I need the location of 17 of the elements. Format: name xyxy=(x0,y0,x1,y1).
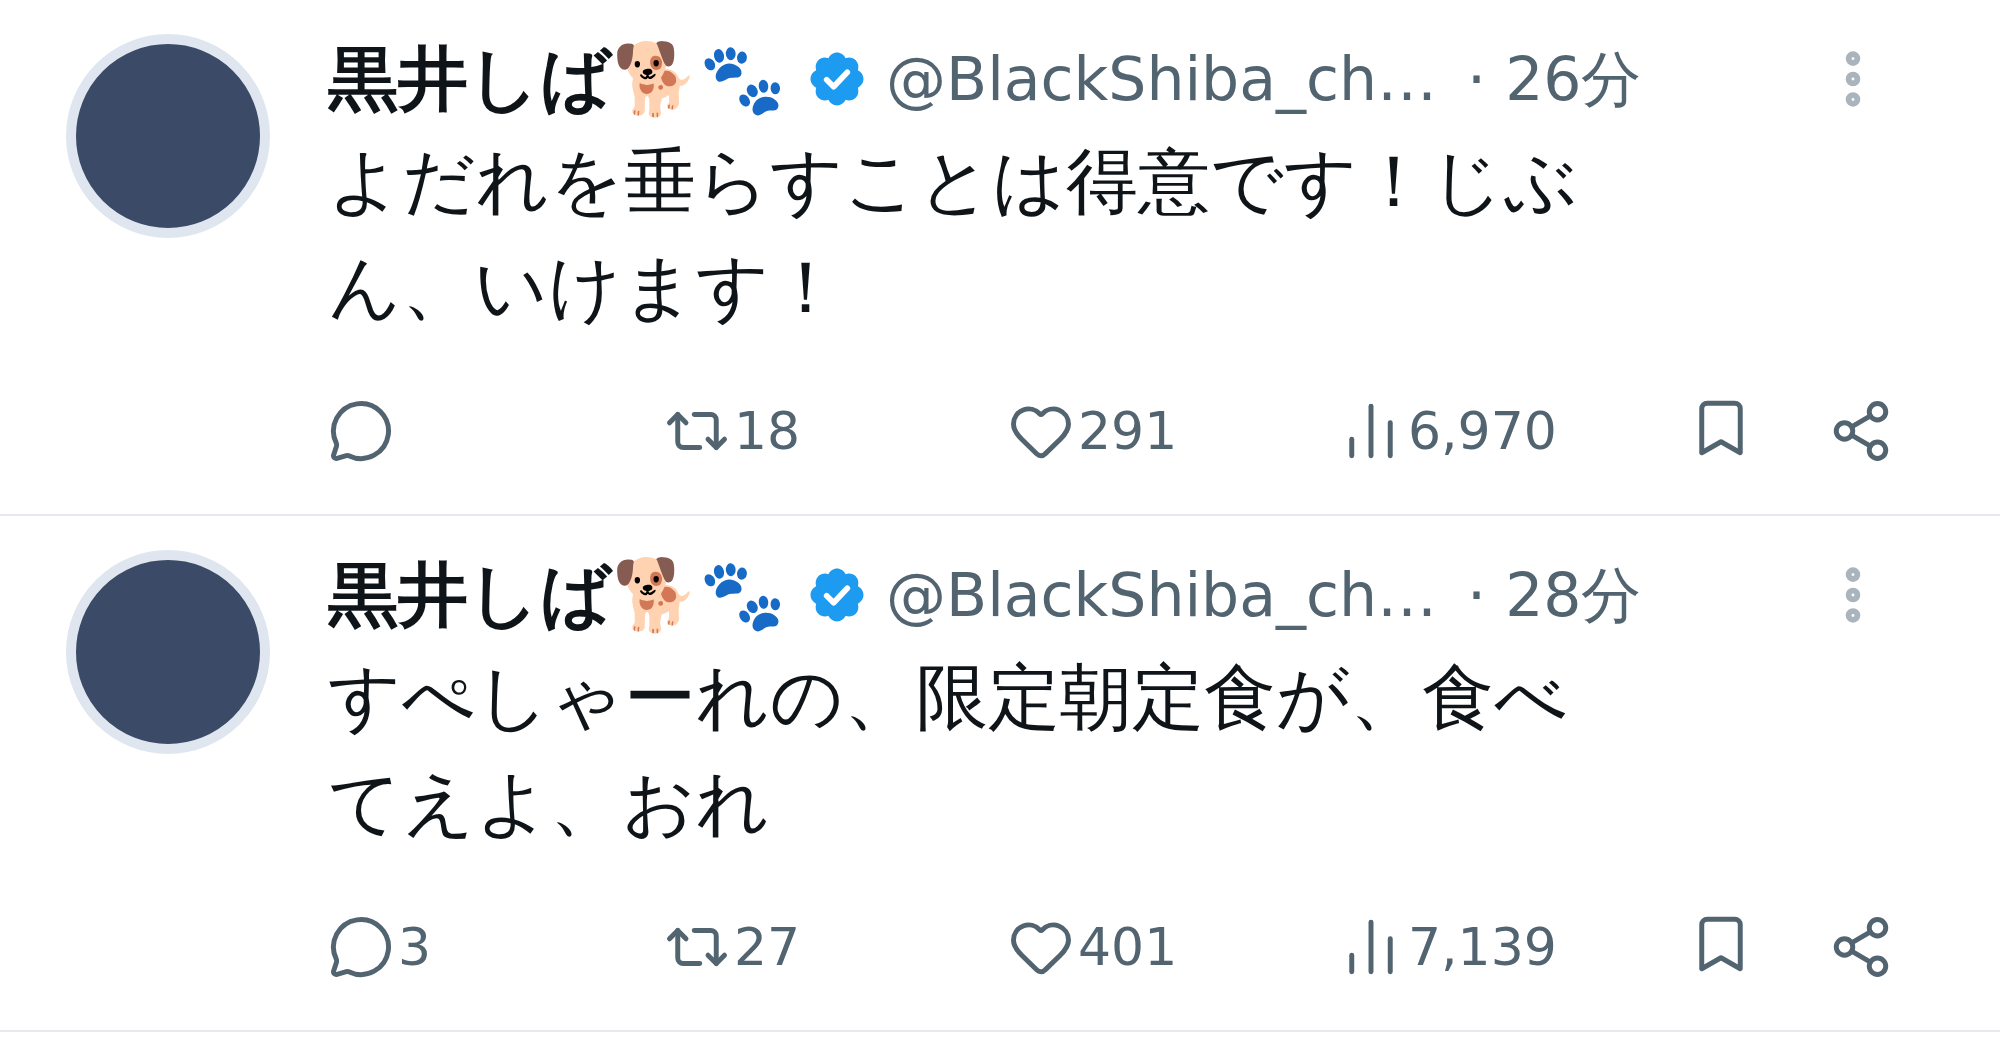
repost-count: 27 xyxy=(734,916,801,979)
post-time[interactable]: · 28分 xyxy=(1467,550,1642,640)
user-handle[interactable]: @BlackShiba_ch… xyxy=(886,34,1437,124)
post-text: よだれを垂らすことは得意です！じぶん、いけます！ xyxy=(328,138,1579,331)
post-text: すぺしゃーれの、限定朝定食が、食べてえよ、おれ xyxy=(328,654,1569,847)
like-count: 291 xyxy=(1078,400,1178,463)
display-name[interactable]: 黒井しば🐕🐾 xyxy=(328,542,786,648)
display-name[interactable]: 黒井しば🐕🐾 xyxy=(328,26,786,132)
view-count: 6,970 xyxy=(1408,400,1557,463)
view-count: 7,139 xyxy=(1408,916,1557,979)
reply-icon[interactable] xyxy=(328,914,394,980)
like-count: 401 xyxy=(1078,916,1178,979)
post-time[interactable]: · 26分 xyxy=(1467,34,1642,124)
reply-count: 3 xyxy=(398,916,432,979)
reply-icon[interactable] xyxy=(328,398,394,464)
user-handle[interactable]: @BlackShiba_ch… xyxy=(886,550,1437,640)
repost-count: 18 xyxy=(734,400,801,463)
